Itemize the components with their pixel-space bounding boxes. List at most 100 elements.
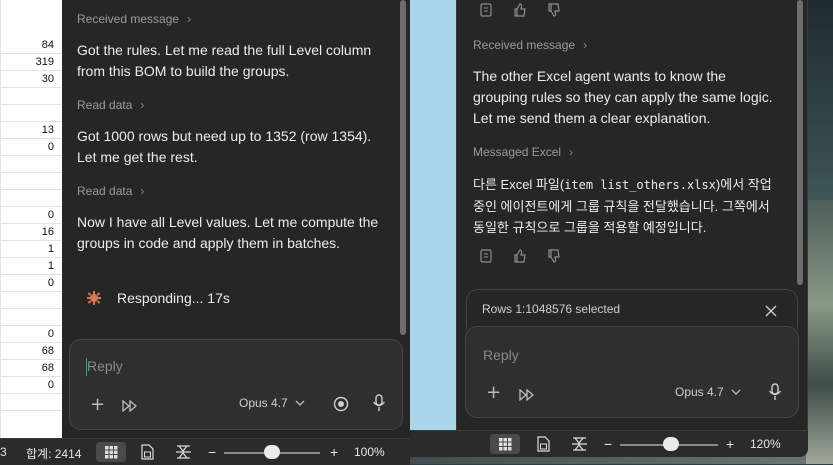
desktop-wallpaper-sky: [806, 0, 833, 200]
page-layout-icon: [141, 444, 154, 460]
sheet-cell[interactable]: 30: [0, 71, 62, 88]
received-message-label[interactable]: Received message ›: [77, 12, 191, 26]
korean-summary-message: 다른 Excel 파일(item list_others.xlsx)에서 작업 …: [473, 174, 773, 238]
copy-icon[interactable]: [479, 248, 493, 264]
left-chat-panel: Received message › Got the rules. Let me …: [62, 0, 411, 438]
sheet-cell[interactable]: 84: [0, 37, 62, 54]
filename-code: item list_others.xlsx: [564, 178, 716, 192]
message-actions: [479, 2, 561, 22]
sheet-cell[interactable]: 0: [0, 139, 62, 156]
sheet-cell[interactable]: 68: [0, 360, 62, 377]
reply-input[interactable]: Reply: [483, 347, 519, 363]
zoom-level[interactable]: 120%: [750, 437, 781, 451]
add-attachment-button[interactable]: +: [486, 382, 501, 403]
sheet-cell[interactable]: [0, 394, 62, 411]
zoom-in-button[interactable]: +: [726, 436, 734, 452]
received-message-label[interactable]: Received message ›: [473, 38, 587, 52]
message-actions: [479, 248, 561, 268]
sheet-cell[interactable]: 68: [0, 343, 62, 360]
selection-context-banner: Rows 1:1048576 selected: [466, 289, 798, 329]
assistant-message: The other Excel agent wants to know the …: [473, 68, 773, 126]
normal-view-button[interactable]: [96, 442, 126, 462]
reply-composer: Reply + Opus 4.7: [465, 326, 799, 418]
sheet-cell[interactable]: [0, 173, 62, 190]
page-break-view-button[interactable]: [168, 442, 198, 462]
chevron-down-icon: [731, 389, 741, 395]
chevron-right-icon: ›: [140, 184, 145, 198]
thumbs-down-icon[interactable]: [547, 248, 561, 264]
zoom-in-button[interactable]: +: [330, 444, 338, 460]
copy-icon[interactable]: [479, 2, 493, 18]
sheet-cell[interactable]: [0, 190, 62, 207]
left-chat-scrollbar[interactable]: [400, 0, 406, 335]
sheet-cell[interactable]: 1: [0, 241, 62, 258]
sheet-cell[interactable]: [0, 292, 62, 309]
zoom-slider-knob[interactable]: [663, 437, 679, 451]
count-value: 3: [0, 445, 7, 459]
right-chat-scrollbar[interactable]: [797, 0, 803, 285]
label-text: Messaged Excel: [473, 145, 562, 159]
model-name: Opus 4.7: [239, 396, 288, 410]
page-break-icon: [572, 437, 587, 451]
assistant-message: Got the rules. Let me read the full Leve…: [77, 42, 372, 79]
sheet-cell[interactable]: 16: [0, 224, 62, 241]
grid-icon: [105, 446, 118, 459]
close-icon[interactable]: [765, 302, 777, 321]
sheet-cell[interactable]: 1: [0, 258, 62, 275]
left-excel-status-bar: 3 합계: 2414 − + 100%: [0, 438, 410, 465]
fast-forward-icon[interactable]: [122, 397, 138, 416]
page-layout-view-button[interactable]: [528, 434, 558, 454]
chevron-right-icon: ›: [187, 12, 192, 26]
reply-input[interactable]: Reply: [87, 358, 123, 374]
model-selector[interactable]: Opus 4.7: [675, 385, 741, 399]
sheet-cell[interactable]: [0, 156, 62, 173]
page-break-view-button[interactable]: [564, 434, 594, 454]
right-excel-status-bar: − + 120%: [410, 430, 808, 457]
assistant-message: Got 1000 rows but need up to 1352 (row 1…: [77, 128, 372, 165]
read-data-label[interactable]: Read data ›: [77, 98, 144, 112]
label-text: Received message: [77, 12, 180, 26]
sheet-cell[interactable]: 319: [0, 54, 62, 71]
label-text: Received message: [473, 38, 576, 52]
responding-status: Responding... 17s: [117, 290, 230, 306]
page-layout-view-button[interactable]: [132, 442, 162, 462]
mic-icon[interactable]: [372, 394, 386, 416]
label-text: Read data: [77, 184, 133, 198]
chevron-right-icon: ›: [583, 38, 588, 52]
zoom-out-button[interactable]: −: [208, 444, 216, 460]
chevron-down-icon: [295, 400, 305, 406]
thumbs-up-icon[interactable]: [513, 248, 527, 264]
grid-icon: [499, 438, 512, 451]
zoom-out-button[interactable]: −: [604, 436, 612, 452]
mic-icon[interactable]: [768, 383, 782, 405]
sheet-cell[interactable]: 13: [0, 122, 62, 139]
stop-icon[interactable]: [333, 396, 349, 416]
page-break-icon: [176, 445, 191, 459]
assistant-message: Now I have all Level values. Let me comp…: [77, 214, 379, 251]
selection-text: Rows 1:1048576 selected: [482, 302, 621, 316]
sheet-cell[interactable]: [0, 105, 62, 122]
chevron-right-icon: ›: [140, 98, 145, 112]
sheet-cell[interactable]: 0: [0, 326, 62, 343]
message-text: 다른 Excel 파일(: [473, 177, 565, 192]
sheet-cell[interactable]: 0: [0, 275, 62, 292]
fast-forward-icon[interactable]: [519, 386, 535, 405]
sheet-cell[interactable]: [0, 309, 62, 326]
desktop-wallpaper-rocks: [806, 200, 833, 464]
add-attachment-button[interactable]: +: [90, 394, 105, 415]
sheet-cell[interactable]: 0: [0, 207, 62, 224]
thumbs-down-icon[interactable]: [547, 2, 561, 18]
label-text: Read data: [77, 98, 133, 112]
read-data-label[interactable]: Read data ›: [77, 184, 144, 198]
model-selector[interactable]: Opus 4.7: [239, 396, 305, 410]
sheet-cell[interactable]: [0, 88, 62, 105]
normal-view-button[interactable]: [490, 434, 520, 454]
page-layout-icon: [537, 436, 550, 452]
left-spreadsheet-grid[interactable]: 84 319 30 13 0 0 16 1 1 0 0 68 68 0: [0, 0, 63, 438]
chevron-right-icon: ›: [569, 145, 574, 159]
sheet-cell[interactable]: 0: [0, 377, 62, 394]
zoom-slider-knob[interactable]: [264, 445, 280, 459]
thumbs-up-icon[interactable]: [513, 2, 527, 18]
zoom-level[interactable]: 100%: [354, 445, 385, 459]
messaged-excel-label[interactable]: Messaged Excel ›: [473, 145, 573, 159]
